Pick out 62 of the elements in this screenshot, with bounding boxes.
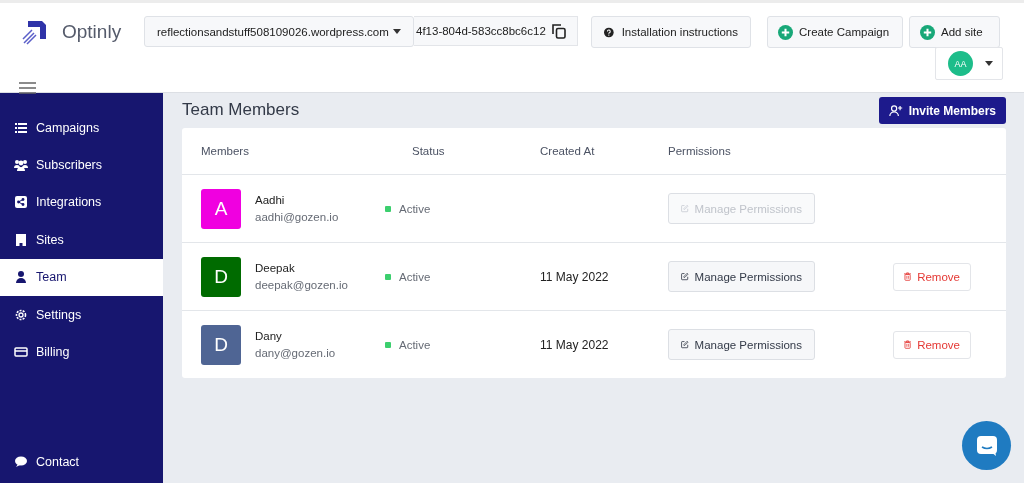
logo-text: Optinly <box>62 21 122 43</box>
list-icon <box>14 120 28 135</box>
site-key-field: 4f13-804d-583cc8bc6c12 <box>414 16 578 46</box>
member-avatar: A <box>201 188 241 229</box>
users-icon <box>14 158 28 173</box>
caret-icon <box>985 61 993 66</box>
nav-item[interactable]: Sites <box>0 221 163 259</box>
add-button[interactable]: Create Campaign <box>767 16 903 48</box>
column-header: Permissions <box>668 145 732 157</box>
member-email: aadhi@gozen.io <box>255 211 339 223</box>
nav-item[interactable]: Billing <box>0 333 163 371</box>
add-user-icon <box>889 103 903 118</box>
nav-item[interactable]: Campaigns <box>0 109 163 147</box>
nav-item[interactable]: Subscribers <box>0 146 163 184</box>
member-name: Dany <box>255 330 283 342</box>
building-icon <box>14 232 28 247</box>
edit-icon <box>681 338 689 351</box>
trash-icon <box>904 338 912 351</box>
column-header: Created At <box>540 145 596 157</box>
status-text: Active <box>399 270 431 283</box>
add-button[interactable]: Add site <box>909 16 1000 48</box>
member-avatar: D <box>201 324 241 365</box>
trash-icon <box>904 270 912 283</box>
plus-circle-icon <box>920 24 935 40</box>
nav-item[interactable]: Settings <box>0 295 163 334</box>
chat-bubble-icon <box>975 434 998 457</box>
manage-permissions-button[interactable]: Manage Permissions <box>668 329 815 360</box>
edit-icon <box>681 270 689 283</box>
manage-permissions-button[interactable]: Manage Permissions <box>668 261 815 292</box>
caret-icon <box>393 29 401 34</box>
copy-icon[interactable] <box>551 23 566 39</box>
column-header: Status <box>411 145 446 157</box>
menu-icon[interactable] <box>19 82 36 94</box>
member-email: deepak@gozen.io <box>255 279 348 291</box>
member-avatar: D <box>201 256 241 297</box>
created-date: 11 May 2022 <box>540 269 609 284</box>
invite-button[interactable]: Invite Members <box>879 97 1006 124</box>
created-date: 11 May 2022 <box>540 337 609 352</box>
plus-circle-icon <box>778 24 793 40</box>
card-icon <box>14 345 28 360</box>
member-name: Aadhi <box>255 194 286 206</box>
chat-launcher-button[interactable] <box>962 421 1011 470</box>
member-name: Deepak <box>255 262 296 274</box>
gear-icon <box>14 307 28 322</box>
help-icon <box>604 25 614 39</box>
help-button[interactable]: Installation instructions <box>591 16 751 48</box>
nav-item[interactable]: Team <box>0 258 163 296</box>
chat-icon <box>14 455 28 470</box>
column-header: Members <box>200 145 250 157</box>
remove-button[interactable]: Remove <box>893 262 971 291</box>
edit-icon <box>681 202 689 215</box>
user-avatar: AA <box>948 51 973 76</box>
nav-item[interactable]: Integrations <box>0 183 163 222</box>
nav-item[interactable]: Contact <box>0 443 163 481</box>
status-text: Active <box>399 202 431 215</box>
user-icon <box>14 270 28 285</box>
share-icon <box>14 195 28 210</box>
remove-button[interactable]: Remove <box>893 330 971 359</box>
status-text: Active <box>399 338 431 351</box>
member-email: dany@gozen.io <box>255 347 336 359</box>
site-dropdown[interactable]: reflectionsandstuff508109026.wordpress.com <box>144 16 414 47</box>
page-title: Team Members <box>182 100 300 120</box>
